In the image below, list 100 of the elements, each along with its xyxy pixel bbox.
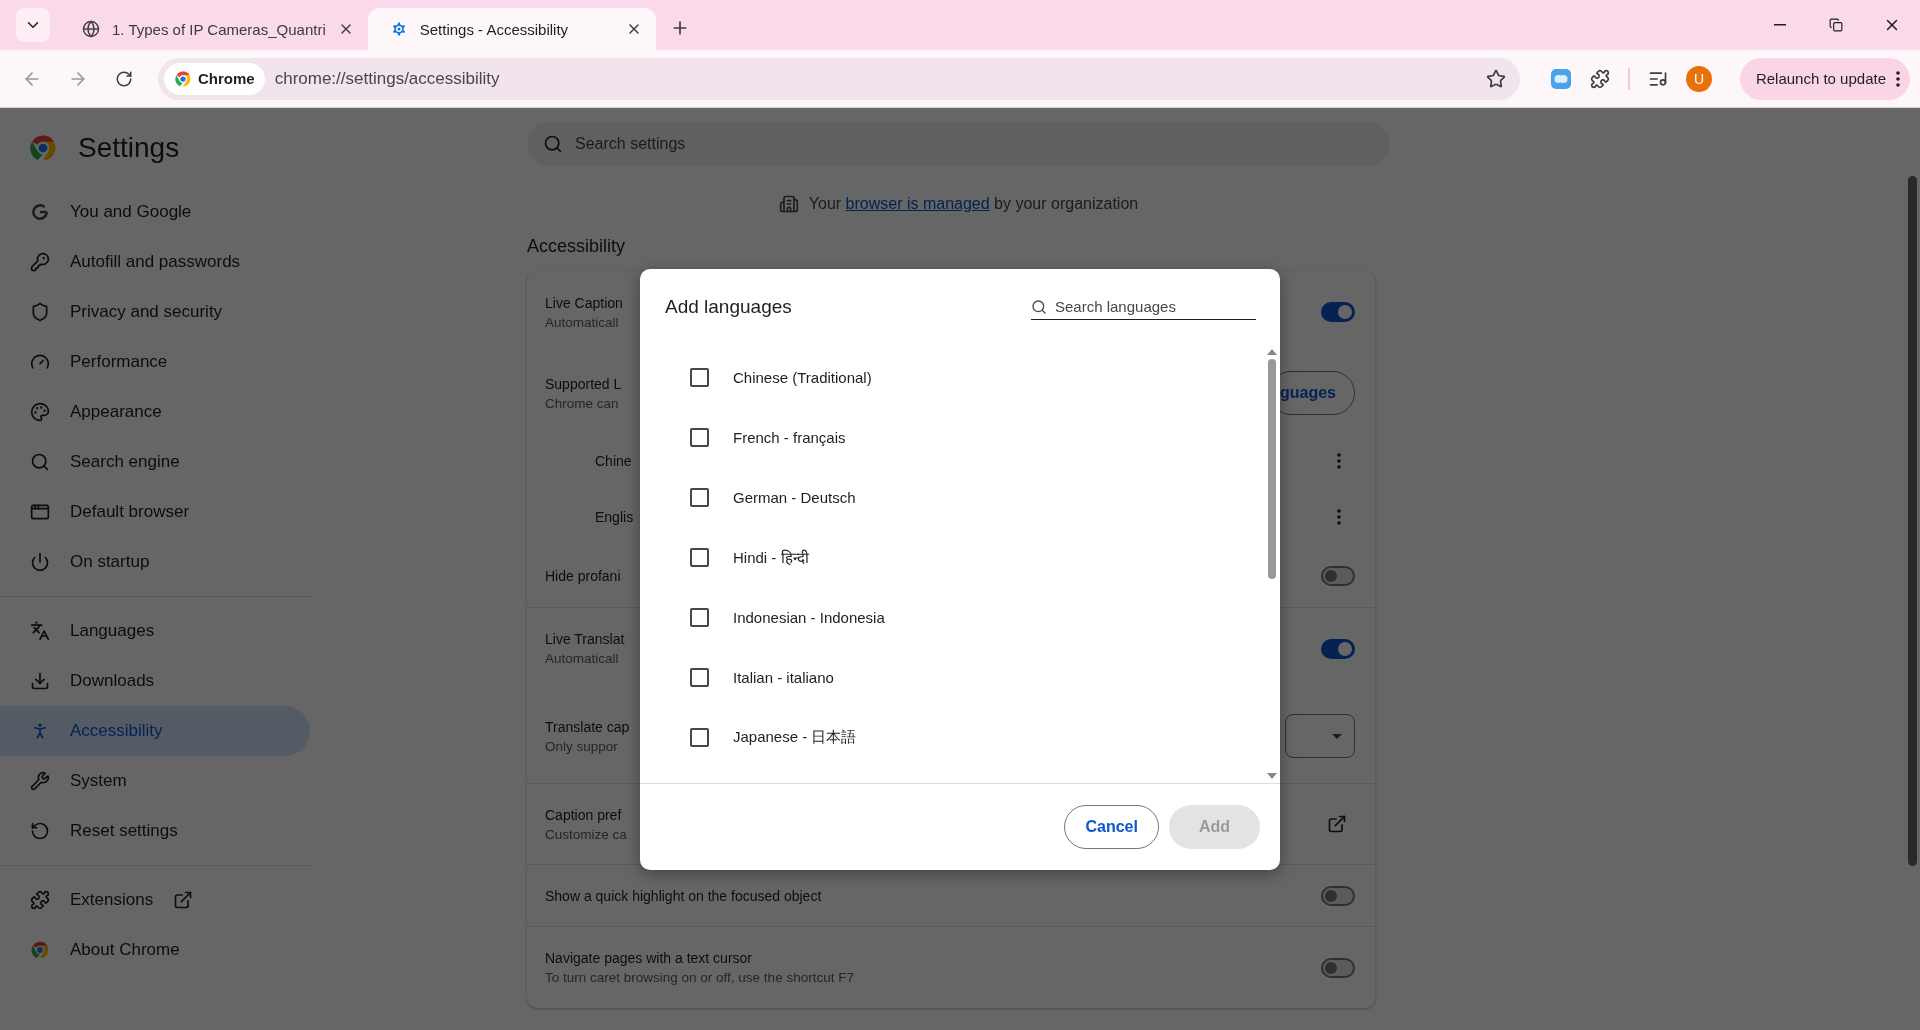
sidebar-item[interactable]: Accessibility <box>0 706 310 756</box>
search-field[interactable]: Search settings <box>527 122 1390 166</box>
tab-title: Settings - Accessibility <box>419 20 570 38</box>
reload-icon <box>115 69 133 88</box>
download-icon <box>30 671 50 691</box>
setting-title: Supported L <box>545 375 622 392</box>
restore-icon <box>1829 18 1843 32</box>
setting-description: Customize ca <box>545 826 627 842</box>
search-placeholder: Search languages <box>1055 298 1176 315</box>
setting-description: Automaticall <box>545 314 619 330</box>
chrome-logo-icon <box>30 940 50 960</box>
browser-tab[interactable]: 1. Types of IP Cameras_Quantri <box>60 8 368 50</box>
profile-avatar[interactable]: U <box>1686 65 1712 92</box>
tab-title: 1. Types of IP Cameras_Quantri <box>112 20 326 38</box>
sidebar-item[interactable]: Performance <box>0 337 310 387</box>
checkbox[interactable] <box>690 607 709 627</box>
checkbox[interactable] <box>690 547 709 567</box>
language-name: Hindi - हिन्दी <box>733 548 809 567</box>
setting-title: Live Translat <box>545 631 625 647</box>
language-name: French - français <box>733 428 846 446</box>
toggle-switch[interactable] <box>1321 957 1355 978</box>
checkbox[interactable] <box>690 427 709 447</box>
section-title: Accessibility <box>527 236 627 257</box>
sidebar-item[interactable]: Appearance <box>0 387 310 437</box>
checkbox[interactable] <box>690 367 709 387</box>
dropdown-caret-icon <box>1332 733 1342 739</box>
browser-tab[interactable]: Settings - Accessibility <box>367 8 656 50</box>
setting-title: Translate cap <box>545 718 630 735</box>
url-text: chrome://settings/accessibility <box>274 68 501 89</box>
scroll-down-arrow-icon[interactable] <box>1267 773 1277 779</box>
sidebar-item[interactable]: Search engine <box>0 437 310 487</box>
external-link-icon[interactable] <box>1327 814 1347 834</box>
chrome-logo-icon <box>28 133 58 163</box>
setting-title: Hide profani <box>545 568 621 584</box>
toggle-switch[interactable] <box>1321 885 1355 906</box>
scroll-up-arrow-icon[interactable] <box>1267 349 1277 355</box>
sidebar-item[interactable]: Reset settings <box>0 806 310 856</box>
dialog-title: Add languages <box>665 296 792 318</box>
setting-title: Englis <box>595 509 634 525</box>
sidebar-item[interactable]: Extensions <box>0 875 310 925</box>
settings-title: Settings <box>78 132 180 164</box>
sidebar-item[interactable]: Autofill and passwords <box>0 237 310 287</box>
toggle-switch[interactable] <box>1321 566 1355 586</box>
dropdown-select[interactable] <box>1285 714 1355 758</box>
search-placeholder: Search settings <box>575 135 686 153</box>
sidebar-item[interactable]: About Chrome <box>0 925 310 975</box>
setting-title: Navigate pages with a text cursor <box>545 950 752 966</box>
shield-icon <box>30 302 50 322</box>
language-name: Italian - italiano <box>733 668 834 686</box>
setting-description: Automaticall <box>545 651 619 666</box>
sidebar-item[interactable]: Default browser <box>0 487 310 537</box>
toggle-switch[interactable] <box>1321 302 1355 322</box>
sidebar-item[interactable]: On startup <box>0 537 310 587</box>
wrench-icon <box>30 771 50 791</box>
gear-icon <box>389 20 408 38</box>
tab-search-button[interactable] <box>16 8 50 42</box>
checkbox[interactable] <box>690 487 709 507</box>
language-name: Japanese - 日本語 <box>733 727 857 747</box>
checkbox[interactable] <box>690 667 709 687</box>
setting-description: Only suppor <box>545 738 618 754</box>
browser-window-icon <box>30 502 50 522</box>
language-name: German - Deutsch <box>733 488 856 506</box>
sidebar-item[interactable]: Privacy and security <box>0 287 310 337</box>
address-bar[interactable]: Chrome chrome://settings/accessibility <box>158 57 1520 100</box>
setting-description: To turn caret browsing on or off, use the shortcut F7 <box>545 970 854 985</box>
search-icon <box>30 452 50 472</box>
google-g-icon <box>30 202 50 222</box>
search-languages-field[interactable]: Search languages <box>1031 294 1256 320</box>
search-icon <box>1031 298 1047 315</box>
search-icon <box>543 134 563 154</box>
sidebar-item[interactable]: You and Google <box>0 187 310 237</box>
setting-title: Chine <box>595 453 632 469</box>
checkbox[interactable] <box>690 727 709 747</box>
managed-notice: Your browser is managed by your organization <box>808 195 1139 213</box>
setting-title: Show a quick highlight on the focused object <box>545 887 822 904</box>
reset-icon <box>30 821 50 841</box>
power-icon <box>30 552 50 572</box>
sidebar-item[interactable]: Downloads <box>0 656 310 706</box>
cancel-button[interactable]: Cancel <box>1064 805 1159 849</box>
relaunch-button[interactable]: Relaunch to update <box>1739 57 1910 100</box>
puzzle-icon <box>30 890 50 910</box>
toggle-switch[interactable] <box>1321 638 1355 659</box>
sidebar-item[interactable]: System <box>0 756 310 806</box>
translate-icon <box>30 621 50 641</box>
kebab-menu-icon[interactable] <box>1337 453 1341 469</box>
chrome-logo-icon <box>174 69 192 88</box>
minimize-icon <box>1774 24 1786 26</box>
language-name: Chinese (Traditional) <box>733 368 872 386</box>
key-icon <box>30 252 50 272</box>
sidebar-item[interactable]: Languages <box>0 606 310 656</box>
site-chip[interactable]: Chrome <box>164 62 265 95</box>
language-name: Indonesian - Indonesia <box>733 608 885 626</box>
setting-description: Chrome can <box>545 395 619 411</box>
kebab-menu-icon[interactable] <box>1337 509 1341 525</box>
gauge-icon <box>30 352 50 372</box>
managed-link[interactable]: browser is managed <box>845 195 990 212</box>
setting-title: Live Caption <box>545 294 623 311</box>
building-icon <box>778 194 799 214</box>
kebab-menu-icon <box>1896 70 1900 87</box>
globe-icon <box>82 20 100 38</box>
